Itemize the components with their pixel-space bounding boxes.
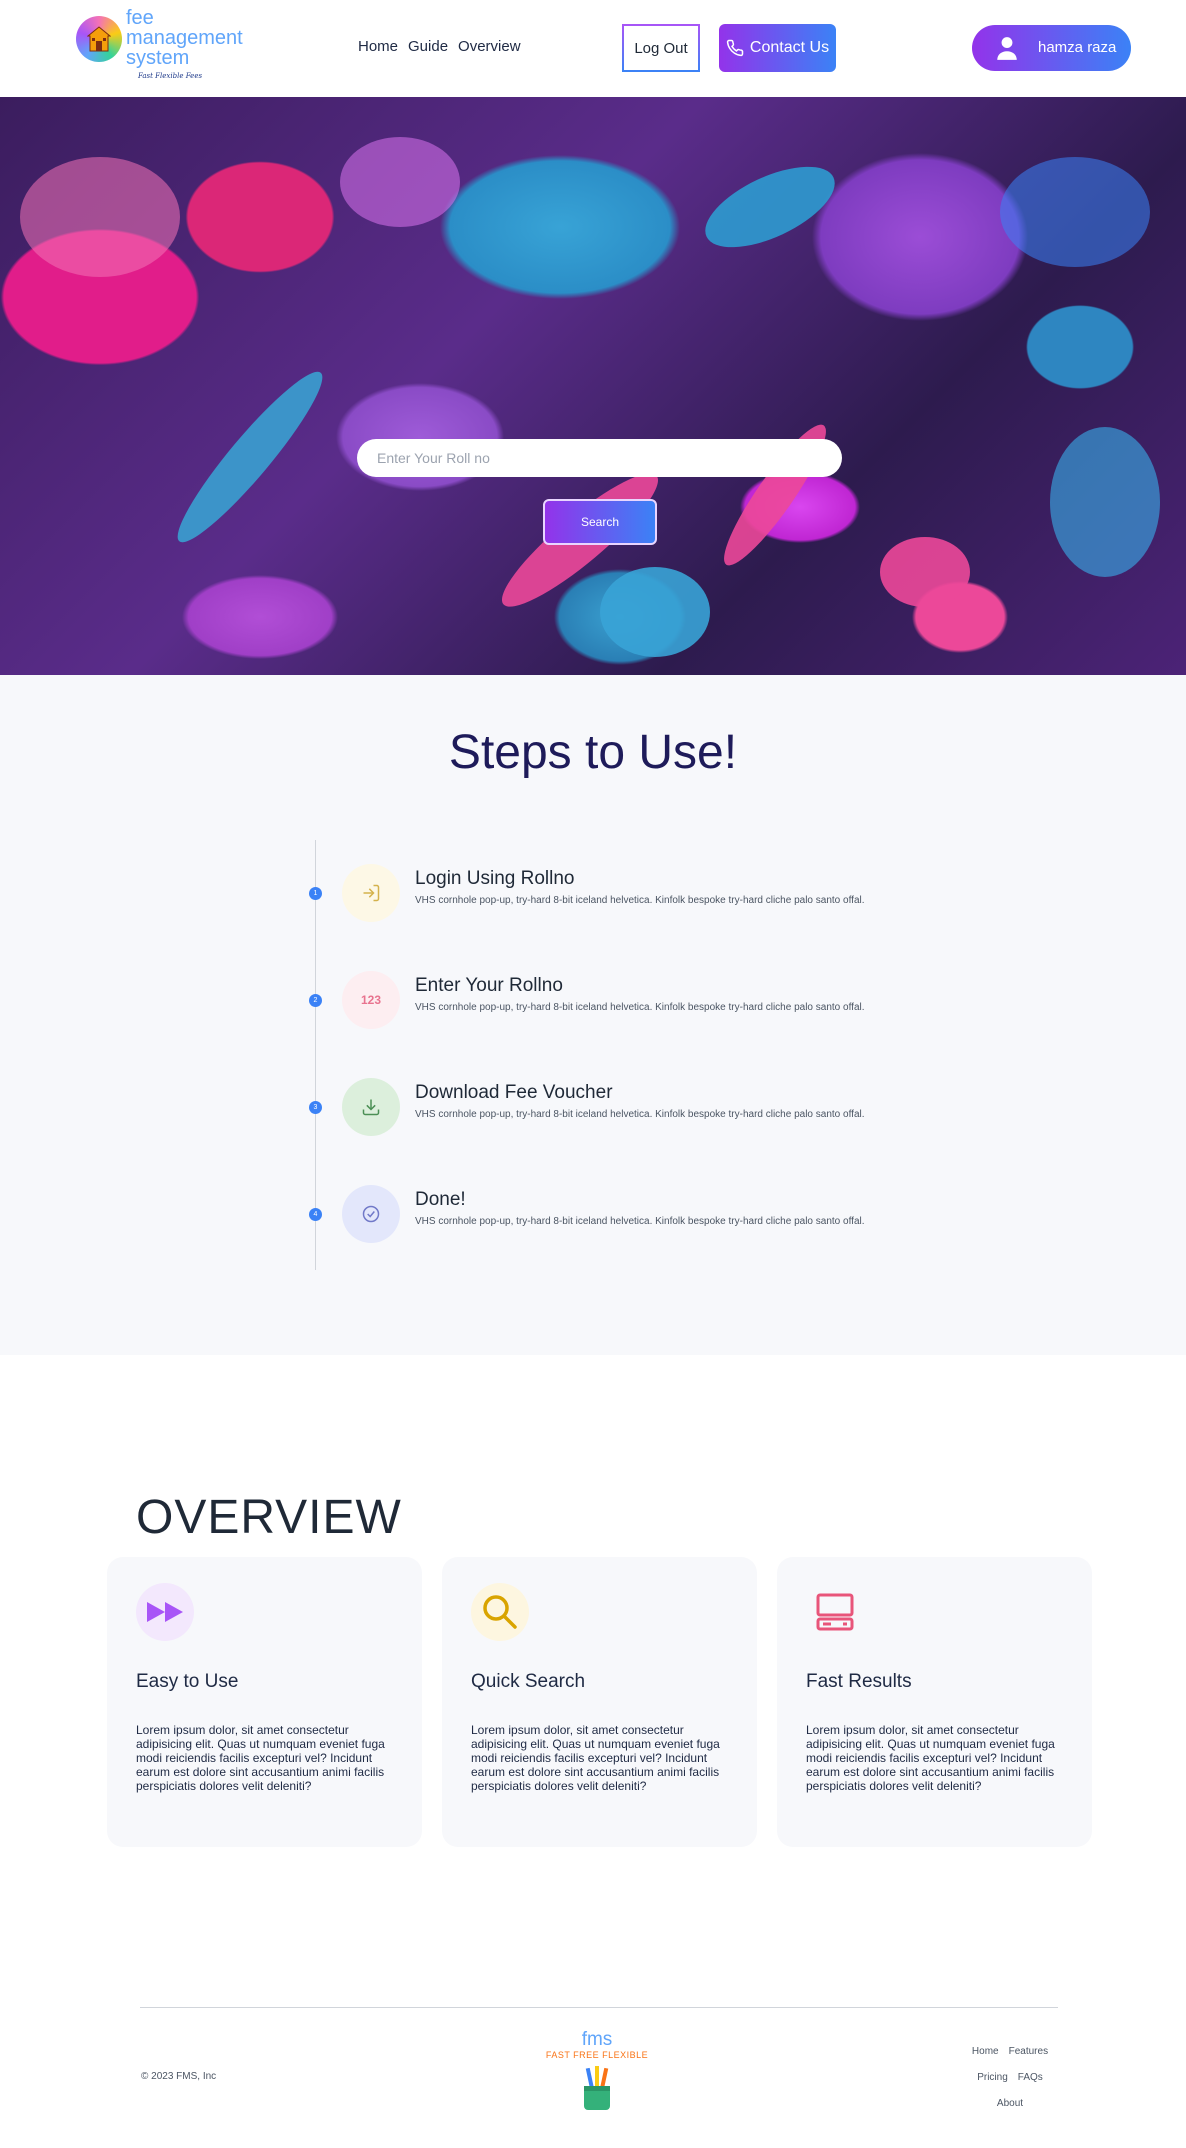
- user-name: hamza raza: [1038, 39, 1117, 56]
- step-description: VHS cornhole pop-up, try-hard 8-bit icel…: [415, 1109, 865, 1120]
- roll-number-search-input[interactable]: [357, 439, 842, 477]
- footer-brand-tagline: FAST FREE FLEXIBLE: [545, 2050, 649, 2060]
- contact-us-button[interactable]: Contact Us: [719, 24, 836, 72]
- step-number-badge: 4: [309, 1208, 322, 1221]
- main-nav: Home Guide Overview: [358, 38, 521, 55]
- footer-link-faqs[interactable]: FAQs: [1018, 2071, 1043, 2097]
- footer-link-about[interactable]: About: [997, 2097, 1023, 2123]
- footer-link-home[interactable]: Home: [972, 2045, 999, 2071]
- step-item: 4 Done! VHS cornhole pop-up, try-hard 8-…: [309, 1183, 909, 1253]
- logo-tagline: Fast Flexible Fees: [138, 72, 203, 80]
- nav-guide[interactable]: Guide: [408, 38, 448, 55]
- step-item: 2 123 Enter Your Rollno VHS cornhole pop…: [309, 969, 909, 1039]
- step-title: Download Fee Voucher: [415, 1082, 613, 1103]
- step-title: Enter Your Rollno: [415, 975, 563, 996]
- computer-icon: [806, 1583, 864, 1641]
- site-header: fee management system Fast Flexible Fees H…: [0, 0, 1186, 97]
- hero-banner: Search: [0, 97, 1186, 675]
- nav-home[interactable]: Home: [358, 38, 398, 55]
- feature-card: Easy to Use Lorem ipsum dolor, sit amet …: [107, 1557, 422, 1847]
- card-body: Lorem ipsum dolor, sit amet consectetur …: [136, 1723, 385, 1793]
- step-number-badge: 1: [309, 887, 322, 900]
- footer-divider: [140, 2007, 1058, 2008]
- card-body: Lorem ipsum dolor, sit amet consectetur …: [471, 1723, 720, 1793]
- card-title: Fast Results: [806, 1671, 912, 1692]
- card-title: Quick Search: [471, 1671, 586, 1692]
- card-body: Lorem ipsum dolor, sit amet consectetur …: [806, 1723, 1055, 1793]
- magnifier-icon: [471, 1583, 529, 1641]
- footer-link-features[interactable]: Features: [1009, 2045, 1048, 2071]
- logo-text: fee management system: [126, 7, 243, 69]
- login-icon: [342, 864, 400, 922]
- user-icon: [997, 37, 1017, 60]
- search-button[interactable]: Search: [543, 499, 657, 545]
- step-title: Login Using Rollno: [415, 868, 575, 889]
- pencil-cup-icon: [580, 2064, 614, 2112]
- footer-links: Home Features Pricing FAQs About: [960, 2045, 1060, 2123]
- copyright-text: © 2023 FMS, Inc: [141, 2071, 217, 2082]
- steps-title: Steps to Use!: [448, 726, 738, 779]
- footer-brand-name: fms: [581, 2029, 613, 2050]
- card-title: Easy to Use: [136, 1671, 239, 1692]
- check-circle-icon: [342, 1185, 400, 1243]
- feature-card: Quick Search Lorem ipsum dolor, sit amet…: [442, 1557, 757, 1847]
- step-description: VHS cornhole pop-up, try-hard 8-bit icel…: [415, 1216, 865, 1227]
- site-logo[interactable]: fee management system Fast Flexible Fees: [76, 8, 256, 84]
- step-item: 3 Download Fee Voucher VHS cornhole pop-…: [309, 1076, 909, 1146]
- steps-section: Steps to Use! 1 Login Using Rollno VHS c…: [0, 675, 1186, 1355]
- step-number-badge: 3: [309, 1101, 322, 1114]
- feature-card: Fast Results Lorem ipsum dolor, sit amet…: [777, 1557, 1092, 1847]
- step-title: Done!: [415, 1189, 466, 1210]
- user-menu-button[interactable]: hamza raza: [972, 25, 1131, 71]
- contact-us-label: Contact Us: [749, 39, 830, 56]
- step-description: VHS cornhole pop-up, try-hard 8-bit icel…: [415, 1002, 865, 1013]
- numbers-icon: 123: [342, 971, 400, 1029]
- step-number-badge: 2: [309, 994, 322, 1007]
- logo-badge-icon: [76, 16, 122, 62]
- fast-forward-icon: [136, 1583, 194, 1641]
- step-item: 1 Login Using Rollno VHS cornhole pop-up…: [309, 862, 909, 932]
- logout-button[interactable]: Log Out: [622, 24, 700, 72]
- footer-brand[interactable]: fms FAST FREE FLEXIBLE: [540, 2030, 654, 2112]
- nav-overview[interactable]: Overview: [458, 38, 521, 55]
- footer-link-pricing[interactable]: Pricing: [977, 2071, 1008, 2097]
- download-icon: [342, 1078, 400, 1136]
- overview-title: OVERVIEW: [136, 1491, 402, 1544]
- phone-icon: [726, 39, 744, 57]
- step-description: VHS cornhole pop-up, try-hard 8-bit icel…: [415, 895, 865, 906]
